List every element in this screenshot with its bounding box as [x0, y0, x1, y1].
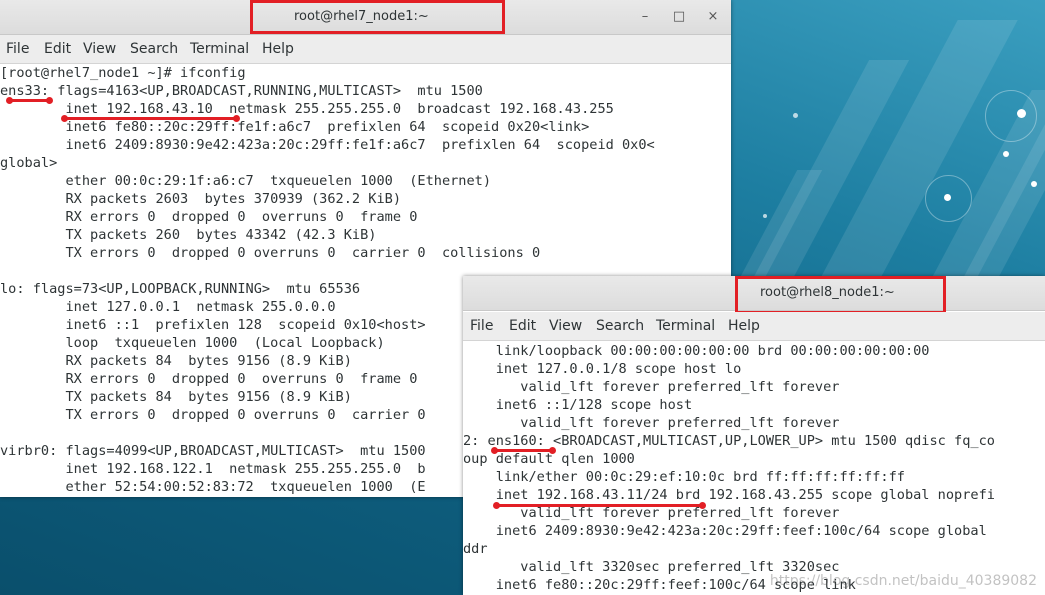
wallpaper-ring	[985, 90, 1037, 142]
terminal-line: valid_lft forever preferred_lft forever	[463, 379, 840, 395]
menu-view[interactable]: View	[83, 35, 116, 63]
menu-help[interactable]: Help	[262, 35, 294, 63]
terminal-line: link/loopback 00:00:00:00:00:00 brd 00:0…	[463, 343, 930, 359]
menu-help[interactable]: Help	[728, 312, 760, 340]
wallpaper-dot	[793, 113, 798, 118]
annotation-underline-ens160	[493, 449, 553, 452]
terminal-line: inet6 ::1/128 scope host	[463, 397, 693, 413]
terminal-output[interactable]: link/loopback 00:00:00:00:00:00 brd 00:0…	[463, 342, 1045, 595]
terminal-line: valid_lft forever preferred_lft forever	[463, 415, 840, 431]
terminal-line: [root@rhel7_node1 ~]# ifconfig	[0, 65, 246, 81]
annotation-dot	[233, 115, 240, 122]
terminal-line: RX packets 2603 bytes 370939 (362.2 KiB)	[0, 191, 402, 207]
title-highlight-box	[735, 276, 946, 314]
menu-edit[interactable]: Edit	[44, 35, 71, 63]
annotation-dot	[699, 502, 706, 509]
terminal-line: inet 127.0.0.1 netmask 255.0.0.0	[0, 299, 336, 315]
close-button[interactable]: ×	[705, 9, 721, 25]
terminal-line: ddr	[463, 541, 488, 557]
terminal-line: RX packets 84 bytes 9156 (8.9 KiB)	[0, 353, 352, 369]
menu-search[interactable]: Search	[130, 35, 178, 63]
annotation-underline-inet	[64, 117, 238, 120]
annotation-dot	[491, 447, 498, 454]
terminal-line: inet6 2409:8930:9e42:423a:20c:29ff:fe1f:…	[0, 137, 655, 153]
title-bar[interactable]: root@rhel7_node1:~ – □ ×	[0, 0, 731, 35]
menu-terminal[interactable]: Terminal	[190, 35, 249, 63]
terminal-line: virbr0: flags=4099<UP,BROADCAST,MULTICAS…	[0, 443, 426, 459]
wallpaper-dot	[1017, 109, 1026, 118]
terminal-line: inet 192.168.43.10 netmask 255.255.255.0…	[0, 101, 614, 117]
terminal-line: inet 192.168.43.11/24 brd 192.168.43.255…	[463, 487, 995, 503]
menu-view[interactable]: View	[549, 312, 582, 340]
terminal-line: TX packets 84 bytes 9156 (8.9 KiB)	[0, 389, 352, 405]
terminal-line: global>	[0, 155, 58, 171]
terminal-window-rhel8[interactable]: root@rhel8_node1:~ File Edit View Search…	[463, 276, 1045, 595]
annotation-dot	[46, 97, 53, 104]
terminal-line: inet6 ::1 prefixlen 128 scopeid 0x10<hos…	[0, 317, 426, 333]
annotation-dot	[549, 447, 556, 454]
terminal-line: TX errors 0 dropped 0 overruns 0 carrier…	[0, 245, 541, 261]
menu-edit[interactable]: Edit	[509, 312, 536, 340]
terminal-line: TX errors 0 dropped 0 overruns 0 carrier…	[0, 407, 426, 423]
annotation-dot	[61, 115, 68, 122]
terminal-line: lo: flags=73<UP,LOOPBACK,RUNNING> mtu 65…	[0, 281, 361, 297]
title-bar[interactable]: root@rhel8_node1:~	[463, 276, 1045, 314]
wallpaper-dot	[1031, 181, 1037, 187]
terminal-line: inet 192.168.122.1 netmask 255.255.255.0…	[0, 461, 426, 477]
terminal-line: link/ether 00:0c:29:ef:10:0c brd ff:ff:f…	[463, 469, 905, 485]
terminal-line: RX errors 0 dropped 0 overruns 0 frame 0	[0, 371, 418, 387]
terminal-line: inet6 fe80::20c:29ff:fe1f:a6c7 prefixlen…	[0, 119, 590, 135]
annotation-underline-inet	[495, 504, 703, 507]
terminal-line: ether 00:0c:29:1f:a6:c7 txqueuelen 1000 …	[0, 173, 492, 189]
menu-search[interactable]: Search	[596, 312, 644, 340]
minimize-button[interactable]: –	[637, 9, 653, 25]
wallpaper-dot	[1003, 151, 1009, 157]
terminal-line: TX packets 260 bytes 43342 (42.3 KiB)	[0, 227, 377, 243]
terminal-line: inet 127.0.0.1/8 scope host lo	[463, 361, 742, 377]
title-highlight-box	[250, 0, 505, 34]
terminal-line: RX errors 0 dropped 0 overruns 0 frame 0	[0, 209, 418, 225]
terminal-line: ens33: flags=4163<UP,BROADCAST,RUNNING,M…	[0, 83, 483, 99]
annotation-dot	[493, 502, 500, 509]
watermark-text: https://blog.csdn.net/baidu_40389082	[769, 573, 1037, 589]
maximize-button[interactable]: □	[671, 9, 687, 25]
menu-file[interactable]: File	[6, 35, 29, 63]
terminal-line: inet6 2409:8930:9e42:423a:20c:29ff:feef:…	[463, 523, 987, 539]
terminal-line: loop txqueuelen 1000 (Local Loopback)	[0, 335, 385, 351]
menu-bar: File Edit View Search Terminal Help	[0, 35, 731, 64]
terminal-line: ether 52:54:00:52:83:72 txqueuelen 1000 …	[0, 479, 426, 495]
terminal-line: 2: ens160: <BROADCAST,MULTICAST,UP,LOWER…	[463, 433, 995, 449]
annotation-dot	[6, 97, 13, 104]
menu-bar: File Edit View Search Terminal Help	[463, 312, 1045, 341]
wallpaper-dot	[763, 214, 767, 218]
menu-terminal[interactable]: Terminal	[656, 312, 715, 340]
menu-file[interactable]: File	[470, 312, 493, 340]
annotation-underline-ens33	[8, 99, 50, 102]
wallpaper-dot	[944, 194, 951, 201]
